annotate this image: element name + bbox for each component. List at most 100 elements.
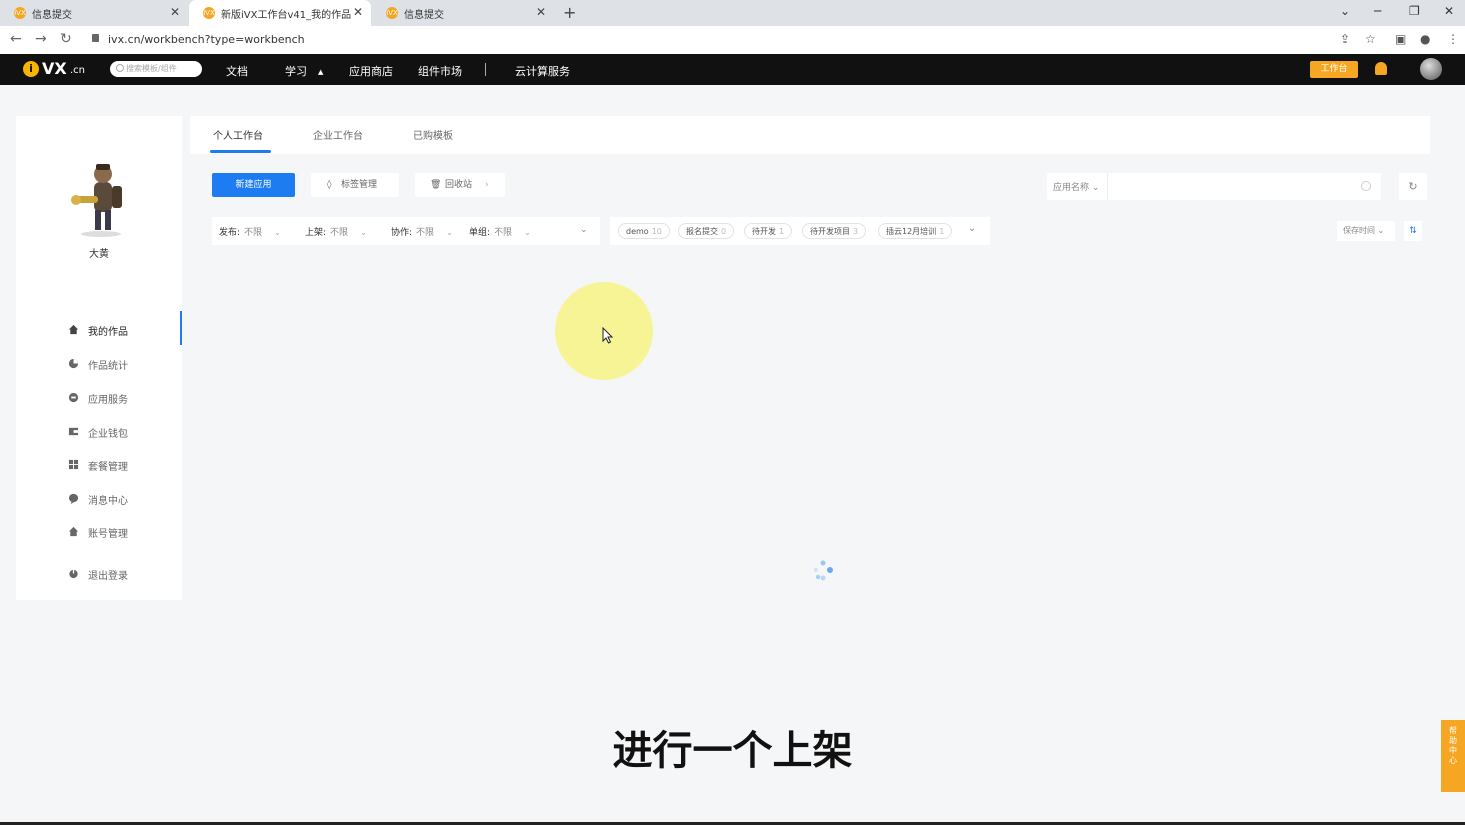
sidebar-item-messages[interactable]: 消息中心 xyxy=(16,484,182,514)
chevron-down-icon: ⌄ xyxy=(274,228,281,237)
bookmark-star-icon[interactable]: ☆ xyxy=(1365,32,1376,46)
tab-search-icon[interactable]: ⌄ xyxy=(1340,4,1350,18)
service-icon xyxy=(68,392,79,403)
sidebar-item-stats[interactable]: 作品统计 xyxy=(16,349,182,379)
sidebar-item-my-works[interactable]: 我的作品 xyxy=(16,311,182,345)
tag-chip[interactable]: 待开发项目 3 xyxy=(802,223,867,239)
sidebar-icon[interactable]: ▣ xyxy=(1395,32,1406,46)
wallet-icon xyxy=(68,427,79,436)
tag-name: 待开发 xyxy=(752,227,776,236)
search-scope-select[interactable]: 应用名称 ⌄ xyxy=(1053,180,1099,193)
account-icon xyxy=(68,526,79,537)
browser-tab-2[interactable]: iVX 新版iVX工作台v41_我的作品 ✕ xyxy=(189,0,371,26)
app-search-field[interactable]: 应用名称 ⌄ xyxy=(1047,173,1381,200)
video-subtitle: 进行一个上架 xyxy=(612,728,853,774)
filter-bar: 发布: 不限 ⌄ 上架: 不限 ⌄ 协作: 不限 ⌄ 单组: 不限 ⌄ ⌄ xyxy=(212,217,600,245)
expand-filters-icon[interactable]: ⌄ xyxy=(580,225,588,235)
workbench-tabs: 个人工作台 企业工作台 已购模板 xyxy=(190,116,1430,154)
chevron-down-icon[interactable]: ⌄ xyxy=(968,223,976,234)
close-icon[interactable]: ✕ xyxy=(536,5,546,19)
dropdown-caret-icon[interactable]: ▲ xyxy=(318,68,323,76)
tab-purchased[interactable]: 已购模板 xyxy=(413,127,453,142)
url-field[interactable]: ivx.cn/workbench?type=workbench xyxy=(108,33,305,46)
address-bar: ← → ↻ ivx.cn/workbench?type=workbench ⇪ … xyxy=(0,26,1465,55)
help-center-tab[interactable]: 帮助中心 xyxy=(1441,720,1465,792)
search-placeholder: 搜索模板/组件 xyxy=(126,64,177,73)
sidebar-item-account[interactable]: 账号管理 xyxy=(16,517,182,547)
browser-tab-title: 信息提交 xyxy=(404,9,444,21)
recycle-bin-button[interactable]: 🗑 回收站 › xyxy=(415,173,505,197)
logo-suffix: .cn xyxy=(70,65,86,76)
forward-icon[interactable]: → xyxy=(35,31,47,47)
tag-count: 1 xyxy=(779,227,785,236)
tag-chip[interactable]: 报名提交 0 xyxy=(678,223,735,239)
sidebar-item-logout[interactable]: 退出登录 xyxy=(16,559,182,589)
search-icon[interactable] xyxy=(1361,181,1371,191)
power-icon xyxy=(69,569,78,579)
tag-name: 插云12月培训 xyxy=(886,227,937,236)
tab-enterprise[interactable]: 企业工作台 xyxy=(313,127,363,142)
back-icon[interactable]: ← xyxy=(10,31,22,47)
mouse-cursor-icon xyxy=(602,327,614,344)
nav-component-market[interactable]: 组件市场 xyxy=(418,63,462,79)
share-icon[interactable]: ⇪ xyxy=(1340,32,1350,46)
user-avatar[interactable] xyxy=(1420,58,1442,80)
filter-group[interactable]: 单组: 不限 ⌄ xyxy=(469,225,531,238)
filter-value: 不限 xyxy=(330,228,349,238)
sidebar-item-label: 退出登录 xyxy=(88,571,128,582)
logo-icon[interactable]: i xyxy=(23,61,39,77)
tag-manage-button[interactable]: ◊ 标签管理 xyxy=(311,173,399,197)
search-scope-label: 应用名称 xyxy=(1053,183,1090,193)
tag-chip[interactable]: 插云12月培训 1 xyxy=(878,223,953,239)
logo-text[interactable]: VX xyxy=(42,59,67,78)
nav-app-store[interactable]: 应用商店 xyxy=(349,63,393,79)
loading-spinner-icon xyxy=(814,560,833,581)
sort-select[interactable]: 保存时间 ⌄ xyxy=(1337,221,1395,241)
tag-manage-label: 标签管理 xyxy=(341,180,378,190)
close-icon[interactable]: ✕ xyxy=(170,5,180,19)
refresh-button[interactable]: ↻ xyxy=(1399,173,1427,200)
tag-chip[interactable]: 待开发 1 xyxy=(744,223,793,239)
help-center-label: 帮助中心 xyxy=(1449,726,1457,765)
bell-icon[interactable] xyxy=(1375,62,1387,75)
header-search-input[interactable]: 搜索模板/组件 xyxy=(110,61,202,77)
filter-publish[interactable]: 发布: 不限 ⌄ xyxy=(219,225,281,238)
tag-chip[interactable]: demo 10 xyxy=(618,223,670,239)
restore-icon[interactable]: ❐ xyxy=(1409,4,1420,18)
nav-learn[interactable]: 学习 xyxy=(285,63,307,79)
minimize-icon[interactable]: ─ xyxy=(1374,4,1381,18)
new-tab-icon[interactable]: + xyxy=(563,3,576,22)
filter-collab[interactable]: 协作: 不限 ⌄ xyxy=(391,225,453,238)
sidebar-item-wallet[interactable]: 企业钱包 xyxy=(16,417,182,447)
window-close-icon[interactable]: ✕ xyxy=(1444,4,1454,18)
tag-count: 0 xyxy=(721,227,727,236)
nav-cloud-service[interactable]: 云计算服务 xyxy=(515,63,570,79)
browser-tab-1[interactable]: iVX 信息提交 ✕ xyxy=(0,0,188,26)
tag-icon: ◊ xyxy=(327,180,332,190)
search-icon xyxy=(116,64,124,72)
new-app-button[interactable]: 新建应用 xyxy=(212,173,295,197)
favicon-icon: iVX xyxy=(14,7,26,19)
active-tab-indicator xyxy=(210,150,271,153)
sort-direction-icon[interactable]: ⇅ xyxy=(1404,221,1422,241)
sidebar-item-app-service[interactable]: 应用服务 xyxy=(16,383,182,413)
workbench-button[interactable]: 工作台 xyxy=(1310,61,1358,78)
sidebar-item-label: 账号管理 xyxy=(88,529,128,540)
tab-personal[interactable]: 个人工作台 xyxy=(213,127,263,142)
nav-docs[interactable]: 文档 xyxy=(226,63,248,79)
more-menu-icon[interactable]: ⋮ xyxy=(1447,32,1459,46)
filter-listing[interactable]: 上架: 不限 ⌄ xyxy=(305,225,367,238)
tag-name: 报名提交 xyxy=(686,227,718,236)
close-icon[interactable]: ✕ xyxy=(353,5,363,19)
browser-tab-3[interactable]: iVX 信息提交 ✕ xyxy=(372,0,554,26)
pie-chart-icon xyxy=(68,358,79,369)
reload-icon[interactable]: ↻ xyxy=(60,31,72,47)
sidebar-item-plan[interactable]: 套餐管理 xyxy=(16,450,182,480)
chevron-right-icon: › xyxy=(485,180,489,190)
username: 大黄 xyxy=(89,249,109,260)
sidebar-item-label: 企业钱包 xyxy=(88,429,128,440)
favicon-icon: iVX xyxy=(203,7,215,19)
profile-icon[interactable]: ● xyxy=(1420,32,1430,46)
filter-value: 不限 xyxy=(416,228,435,238)
message-icon xyxy=(68,493,79,504)
